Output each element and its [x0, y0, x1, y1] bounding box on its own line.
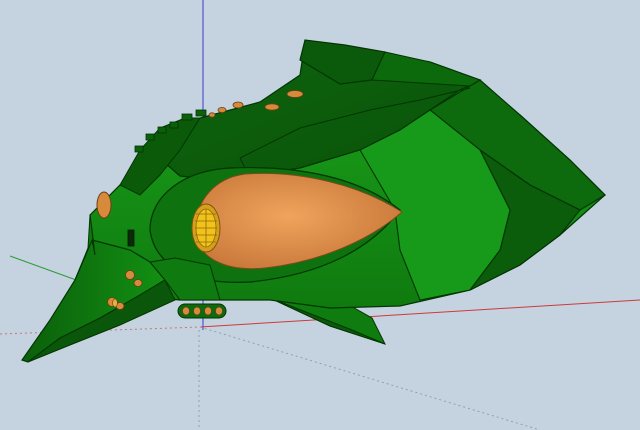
3d-viewport[interactable] [0, 0, 640, 430]
left-orange-panel [96, 191, 112, 219]
nose-slot [127, 229, 135, 247]
model-scene[interactable] [0, 0, 640, 430]
turbine-fan[interactable] [191, 203, 221, 253]
red-axis-line [199, 299, 640, 328]
bottom-portholes [177, 303, 227, 319]
top-fin-edge [371, 51, 482, 87]
green-axis-dotted-line [199, 326, 541, 430]
